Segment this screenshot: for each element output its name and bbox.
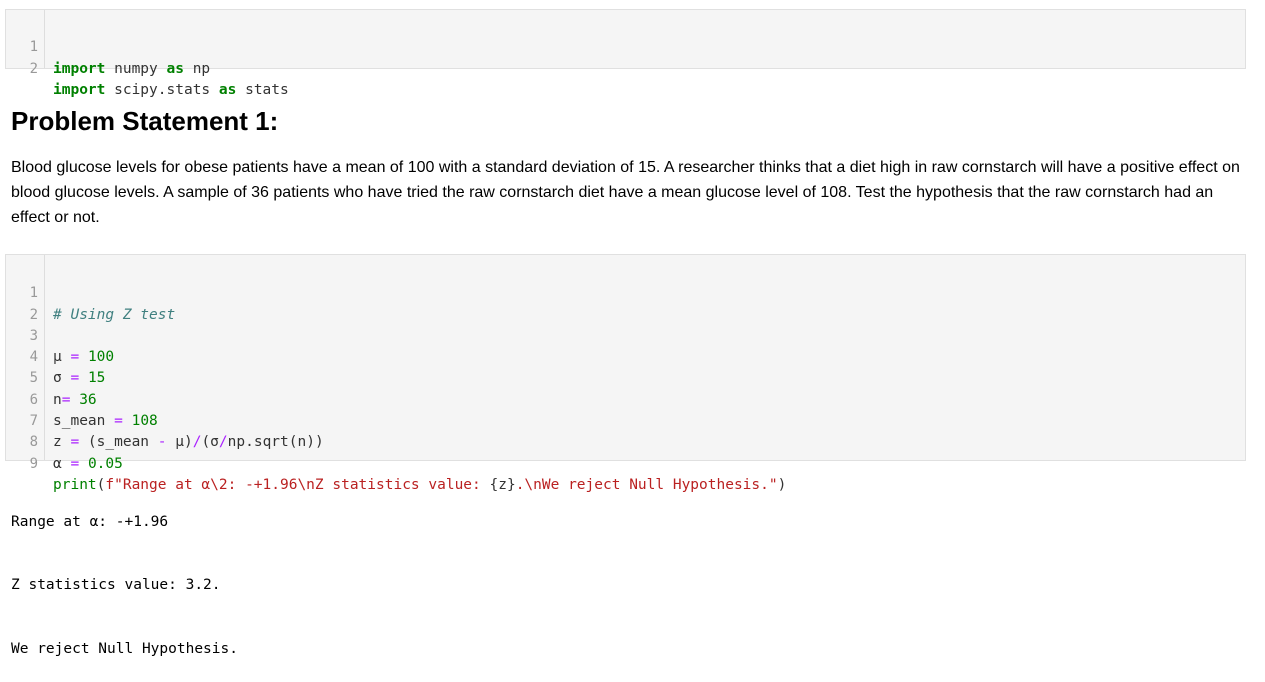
code-line-5: 5 n= 36 [6, 347, 1245, 368]
alias-name: np [184, 61, 210, 77]
code-line-1: 1 import numpy as np [6, 16, 1245, 37]
paren-close: ) [778, 477, 787, 493]
keyword-as: as [219, 82, 236, 98]
module-name: scipy.stats [105, 82, 219, 98]
code-cell-z-test[interactable]: 1 # Using Z test 2 3 μ = 100 4 σ = 15 5 … [5, 254, 1246, 461]
string-literal: .\nWe reject Null Hypothesis." [516, 477, 778, 493]
code-line-6: 6 s_mean = 108 [6, 368, 1245, 389]
code-line-1: 1 # Using Z test [6, 262, 1245, 283]
keyword-as: as [167, 61, 184, 77]
format-expression: {z} [490, 477, 516, 493]
output-line-3: We reject Null Hypothesis. [11, 639, 238, 660]
output-line-1: Range at α: -+1.96 [11, 512, 238, 533]
problem-heading: Problem Statement 1: [11, 106, 278, 137]
code-line-2: 2 [6, 283, 1245, 304]
alias-name: stats [236, 82, 288, 98]
code-line-3: 3 μ = 100 [6, 305, 1245, 326]
module-name: numpy [105, 61, 166, 77]
code-line-2: 2 import scipy.stats as stats [6, 37, 1245, 58]
cell-output: Range at α: -+1.96 Z statistics value: … [11, 469, 238, 682]
keyword-import: import [53, 61, 105, 77]
problem-description: Blood glucose levels for obese patients … [11, 155, 1241, 230]
code-line-7: 7 z = (s_mean - μ)/(σ/np.sqrt(n)) [6, 390, 1245, 411]
line-number: 2 [6, 59, 38, 80]
code-line-4: 4 σ = 15 [6, 326, 1245, 347]
keyword-import: import [53, 82, 105, 98]
code-cell-imports[interactable]: 1 import numpy as np 2 import scipy.stat… [5, 9, 1246, 69]
code-line-9: 9 print(f"Range at α\2: -+1.96\nZ statis… [6, 432, 1245, 453]
code-line-8: 8 α = 0.05 [6, 411, 1245, 432]
output-line-2: Z statistics value: 3.2. [11, 575, 238, 596]
